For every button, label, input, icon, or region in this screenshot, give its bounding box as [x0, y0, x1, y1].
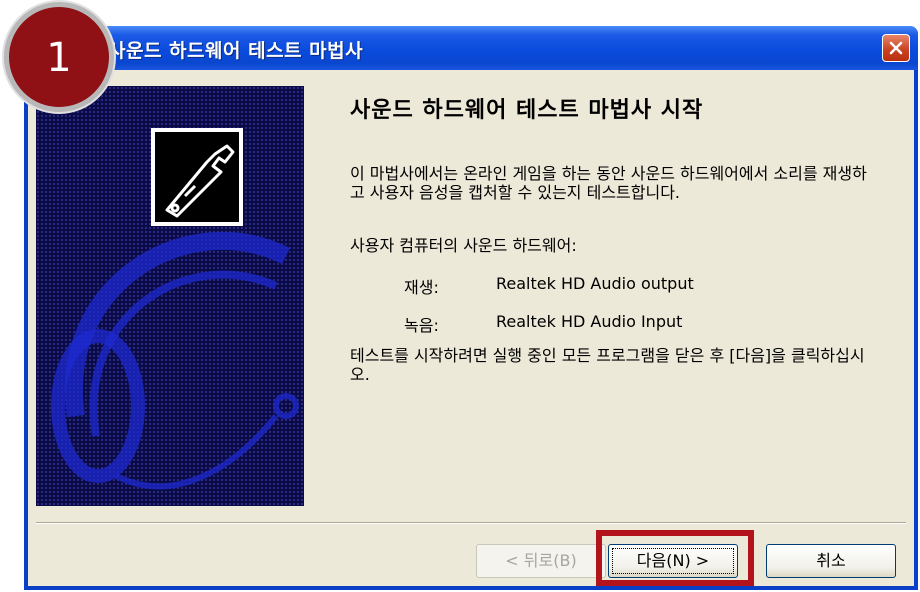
close-icon: [889, 41, 903, 55]
wizard-instruction: 테스트를 시작하려면 실행 중인 모든 프로그램을 닫은 후 [다음]을 클릭하…: [350, 346, 865, 384]
title-bar[interactable]: 사운드 하드웨어 테스트 마법사: [24, 26, 918, 70]
playback-label: 재생:: [404, 278, 439, 297]
wizard-description: 이 마법사에서는 온라인 게임을 하는 동안 사운드 하드웨어에서 소리를 재생…: [350, 164, 867, 202]
playback-device: Realtek HD Audio output: [496, 274, 694, 293]
hardware-label: 사용자 컴퓨터의 사운드 하드웨어:: [350, 236, 577, 255]
next-button-highlight: [596, 530, 754, 586]
wizard-heading: 사운드 하드웨어 테스트 마법사 시작: [350, 98, 704, 123]
dialog-body: 사운드 하드웨어 테스트 마법사 시작 이 마법사에서는 온라인 게임을 하는 …: [28, 70, 914, 586]
recording-label: 녹음:: [404, 316, 439, 335]
back-button[interactable]: < 뒤로(B): [476, 544, 606, 578]
step-number: 1: [46, 35, 72, 81]
wizard-window: 사운드 하드웨어 테스트 마법사 사운드 하드웨어 테스트 마법사 시작 이 마…: [24, 26, 918, 590]
cancel-button[interactable]: 취소: [766, 544, 896, 578]
window-title: 사운드 하드웨어 테스트 마법사: [108, 40, 364, 62]
wrench-icon: [165, 144, 235, 218]
separator: [36, 522, 906, 524]
recording-device: Realtek HD Audio Input: [496, 312, 683, 331]
wrench-icon-frame: [151, 128, 243, 226]
step-badge: 1: [4, 2, 114, 112]
wizard-artwork: [36, 86, 304, 506]
close-button[interactable]: [882, 34, 910, 62]
